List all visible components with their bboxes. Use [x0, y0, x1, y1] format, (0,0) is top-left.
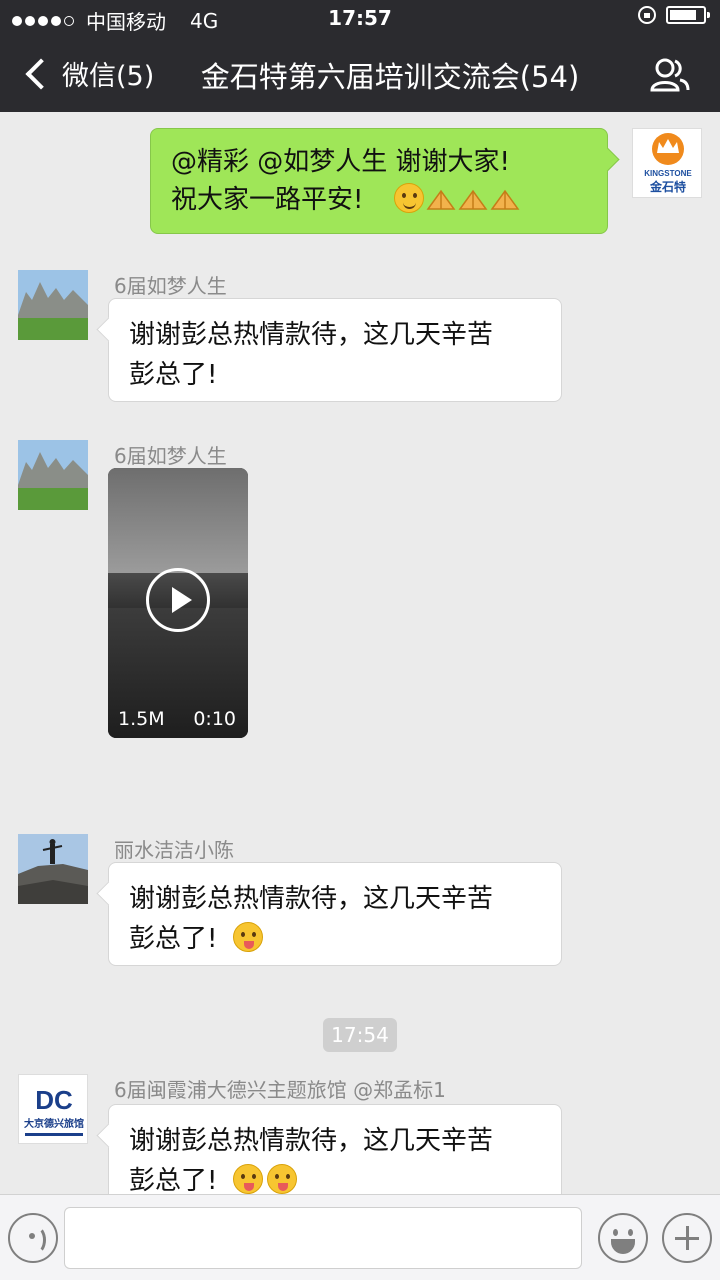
sender-name: 丽水洁洁小陈 [114, 838, 234, 862]
play-icon[interactable] [146, 568, 210, 632]
avatar-self[interactable]: KINGSTONE 金石特 [632, 128, 702, 198]
voice-input-icon[interactable] [8, 1213, 58, 1263]
timestamp-divider: 17:54 [323, 1018, 397, 1052]
tongue-wink-emoji-icon [233, 1164, 264, 1194]
message-bubble[interactable]: 谢谢彭总热情款待，这几天辛苦 彭总了! [108, 1104, 562, 1194]
message-input[interactable] [64, 1207, 582, 1269]
top-bar: 中国移动 4G 17:57 微信(5) 金石特第六届培训交流会(54) [0, 0, 720, 112]
message-bubble[interactable]: 谢谢彭总热情款待，这几天辛苦 彭总了! [108, 862, 562, 966]
back-label: 微信(5) [62, 61, 155, 92]
message-text-line: 谢谢彭总热情款待，这几天辛苦 [129, 320, 494, 350]
svg-text:金石特: 金石特 [649, 179, 686, 194]
message-bubble-self[interactable]: @精彩 @如梦人生 谢谢大家! 祝大家一路平安! [150, 128, 608, 234]
video-duration: 0:10 [193, 708, 236, 730]
back-button[interactable]: 微信(5) [22, 54, 154, 93]
message-text-line: 彭总了! [129, 360, 218, 390]
chevron-left-icon [25, 57, 57, 90]
hotel-logo-icon: DC 大京德兴旅馆 [19, 1075, 87, 1143]
avatar[interactable] [18, 834, 88, 904]
message-text-line: 彭总了! [129, 919, 541, 959]
message-bubble[interactable]: 谢谢彭总热情款待，这几天辛苦 彭总了! [108, 298, 562, 402]
emoji-picker-icon[interactable] [598, 1213, 648, 1263]
landscape-avatar-icon [18, 440, 88, 510]
tongue-wink-emoji-icon [233, 922, 264, 952]
chat-area[interactable]: @精彩 @如梦人生 谢谢大家! 祝大家一路平安! KINGSTONE 金石特 6… [0, 112, 720, 1194]
smile-emoji-icon [393, 183, 424, 213]
praying-hands-emoji-icon [490, 189, 520, 210]
svg-text:KINGSTONE: KINGSTONE [644, 169, 692, 178]
orientation-lock-icon [638, 6, 656, 24]
svg-text:DC: DC [35, 1085, 73, 1115]
avatar[interactable] [18, 270, 88, 340]
clock: 17:57 [328, 6, 392, 30]
praying-hands-emoji-icon [426, 189, 456, 210]
message-text-line: 谢谢彭总热情款待，这几天辛苦 [129, 1126, 494, 1156]
landscape-avatar-icon [18, 270, 88, 340]
group-members-icon[interactable] [650, 58, 690, 92]
more-actions-icon[interactable] [662, 1213, 712, 1263]
message-text-line: 谢谢彭总热情款待，这几天辛苦 [129, 884, 494, 914]
kingstone-logo-icon: KINGSTONE 金石特 [644, 133, 692, 194]
battery-icon [666, 6, 710, 24]
tongue-wink-emoji-icon [267, 1164, 298, 1194]
sender-name: 6届如梦人生 [114, 274, 227, 298]
avatar[interactable] [18, 440, 88, 510]
rock-portrait-avatar-icon [18, 834, 88, 904]
chat-title: 金石特第六届培训交流会(54) [200, 60, 580, 94]
video-message[interactable]: 1.5M 0:10 [108, 468, 248, 738]
sender-name: 6届闽霞浦大德兴主题旅馆 @郑孟标1 [114, 1078, 446, 1102]
nav-bar: 微信(5) 金石特第六届培训交流会(54) [0, 36, 720, 112]
svg-text:大京德兴旅馆: 大京德兴旅馆 [24, 1117, 84, 1130]
praying-hands-emoji-icon [458, 189, 488, 210]
sender-name: 6届如梦人生 [114, 444, 227, 468]
video-size: 1.5M [118, 708, 165, 730]
message-text-line: @精彩 @如梦人生 谢谢大家! [171, 147, 510, 177]
input-bar [0, 1194, 720, 1280]
status-bar: 中国移动 4G 17:57 [0, 0, 720, 36]
avatar[interactable]: DC 大京德兴旅馆 [18, 1074, 88, 1144]
message-text-line: 祝大家一路平安! [171, 181, 587, 219]
message-text-line: 彭总了! [129, 1161, 541, 1194]
